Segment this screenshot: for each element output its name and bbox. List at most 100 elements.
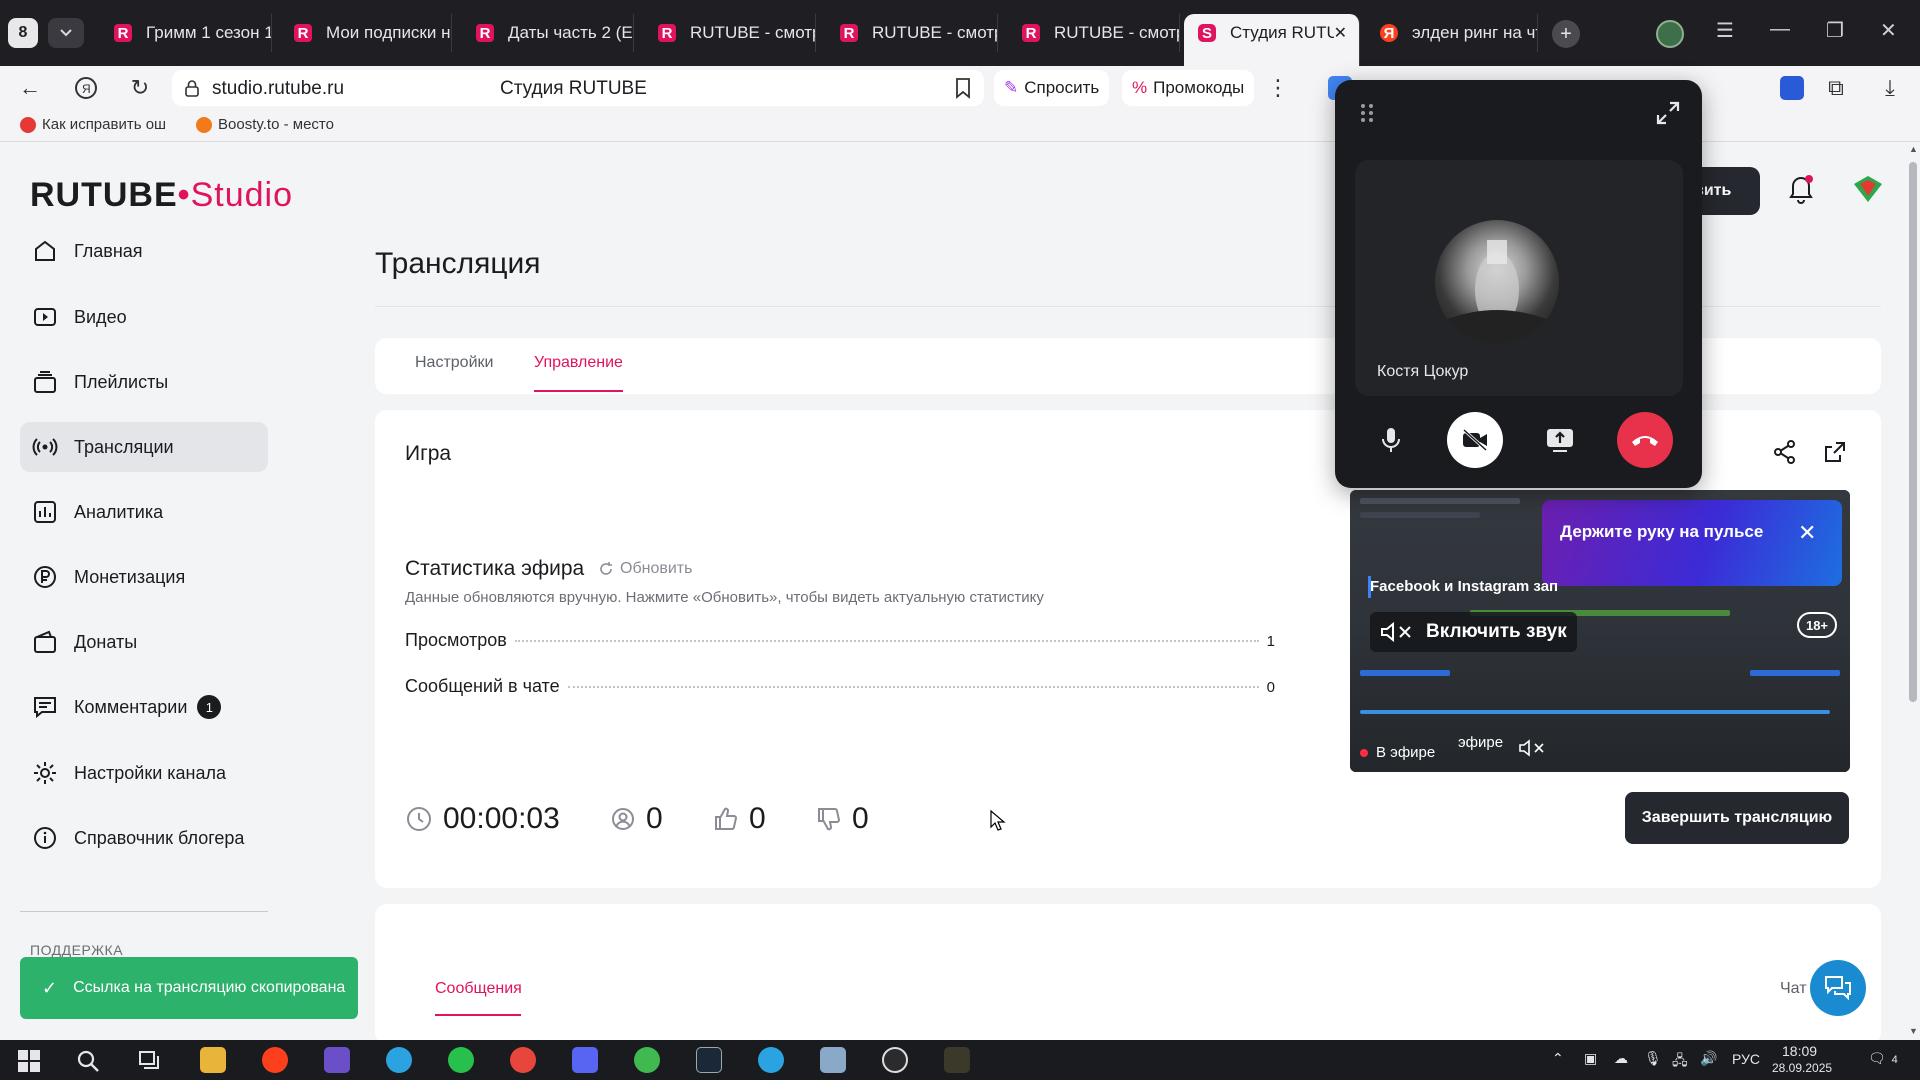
browser-tab[interactable]: R Даты часть 2 (Ес <box>462 14 634 52</box>
yandex-home-icon[interactable]: Я <box>72 74 100 102</box>
image-viewer-icon[interactable] <box>820 1047 846 1073</box>
tray-device-icon[interactable]: ▣ <box>1584 1050 1597 1067</box>
page-scrollbar[interactable]: ▲ ▼ <box>1906 142 1920 1040</box>
browser-tab[interactable]: R Гримм 1 сезон 1 <box>100 14 272 52</box>
tab-count-button[interactable]: 8 <box>8 18 38 48</box>
browser-tab[interactable]: R RUTUBE - смотр <box>1008 14 1180 52</box>
bookmark-item[interactable]: Boosty.to - место <box>196 116 334 133</box>
more-options-icon[interactable]: ⋮ <box>1264 74 1292 102</box>
scroll-down-icon[interactable]: ▼ <box>1909 1026 1918 1036</box>
sidebar-item-comments[interactable]: Комментарии 1 <box>20 682 268 732</box>
new-tab-button[interactable]: + <box>1552 20 1580 48</box>
close-window-icon[interactable]: ✕ <box>1880 18 1897 43</box>
scroll-up-icon[interactable]: ▲ <box>1909 144 1918 154</box>
volume-icon[interactable]: 🔊 <box>1700 1050 1717 1067</box>
unmute-button[interactable]: Включить звук <box>1370 612 1577 652</box>
windows-start-icon[interactable] <box>18 1050 40 1072</box>
tray-chevron-icon[interactable]: ⌃ <box>1552 1050 1564 1067</box>
url-field[interactable]: studio.rutube.ru Студия RUTUBE <box>172 70 984 106</box>
extension-icon[interactable] <box>1780 76 1804 100</box>
minimize-icon[interactable]: — <box>1770 18 1790 41</box>
scrollbar-thumb[interactable] <box>1909 162 1917 702</box>
refresh-stats-button[interactable]: Обновить <box>598 560 692 578</box>
game-icon[interactable] <box>944 1047 970 1073</box>
promocodes-button[interactable]: % Промокоды <box>1122 70 1255 106</box>
sidebar-item-home[interactable]: Главная <box>20 226 268 276</box>
rutube-studio-logo[interactable]: RUTUBE•Studio <box>30 176 293 215</box>
sidebar-item-label: Монетизация <box>74 566 186 587</box>
sidebar-item-video[interactable]: Видео <box>20 292 268 342</box>
promo-banner[interactable] <box>1542 500 1842 586</box>
open-external-icon[interactable] <box>1822 439 1848 465</box>
telegram-icon[interactable] <box>386 1047 412 1073</box>
sidebar-item-donations[interactable]: Донаты <box>20 617 268 667</box>
restore-icon[interactable]: ❐ <box>1826 18 1844 43</box>
expand-icon[interactable] <box>1655 100 1681 126</box>
sidebar-item-broadcasts[interactable]: Трансляции <box>20 422 268 472</box>
hang-up-button[interactable] <box>1617 412 1673 468</box>
sidebar-item-channel-settings[interactable]: Настройки канала <box>20 748 268 798</box>
discord-icon[interactable] <box>572 1047 598 1073</box>
support-chat-button[interactable] <box>1810 960 1866 1016</box>
notifications-button[interactable]: 🗨 4 <box>1868 1050 1898 1067</box>
obs-icon[interactable] <box>882 1047 908 1073</box>
camera-toggle-button[interactable] <box>1447 412 1503 468</box>
microphone-button[interactable] <box>1363 412 1419 468</box>
stats-hint: Данные обновляются вручную. Нажмите «Обн… <box>405 589 1044 606</box>
rutube-favicon-icon: R <box>840 24 858 42</box>
video-call-widget[interactable]: Костя Цокур <box>1335 80 1702 488</box>
clock-date[interactable]: 28.09.2025 <box>1772 1061 1832 1075</box>
clock-time[interactable]: 18:09 <box>1782 1043 1817 1059</box>
share-icon[interactable] <box>1772 439 1798 465</box>
chrome-icon[interactable] <box>510 1047 536 1073</box>
sidebar-item-playlists[interactable]: Плейлисты <box>20 357 268 407</box>
browser-tab[interactable]: R RUTUBE - смотр <box>826 14 998 52</box>
network-icon[interactable]: 🖧 <box>1672 1050 1688 1074</box>
tab-settings[interactable]: Настройки <box>415 354 493 372</box>
sidebar-item-blogger-guide[interactable]: Справочник блогера <box>20 813 268 863</box>
browser-tab[interactable]: Я элден ринг на чт <box>1366 14 1538 52</box>
bell-icon[interactable] <box>1786 172 1816 204</box>
search-icon[interactable] <box>76 1049 100 1073</box>
input-language[interactable]: РУС <box>1732 1051 1760 1067</box>
profile-avatar-icon[interactable] <box>1656 20 1684 48</box>
bookmark-item[interactable]: Как исправить ош <box>20 116 166 133</box>
telegram-icon[interactable] <box>758 1047 784 1073</box>
tab-chat[interactable]: Чат <box>1780 980 1807 998</box>
close-tab-icon[interactable]: ✕ <box>1334 23 1347 43</box>
alice-icon: ✎ <box>1004 78 1019 97</box>
back-icon[interactable]: ← <box>16 74 44 102</box>
steam-icon[interactable] <box>696 1047 722 1073</box>
screen-share-button[interactable] <box>1532 412 1588 468</box>
browser-tab[interactable]: R RUTUBE - смотр <box>644 14 816 52</box>
ask-alice-button[interactable]: ✎ Спросить <box>994 70 1110 106</box>
reload-icon[interactable]: ↻ <box>126 74 154 102</box>
page-title: Трансляция <box>375 247 541 280</box>
yandex-browser-icon[interactable] <box>262 1047 288 1073</box>
bookmark-icon[interactable] <box>954 77 972 99</box>
utorrent-icon[interactable] <box>634 1047 660 1073</box>
sidebar-item-monetization[interactable]: Монетизация <box>20 552 268 602</box>
tab-messages[interactable]: Сообщения <box>435 980 522 998</box>
download-icon[interactable]: ⤓ <box>1876 74 1904 102</box>
tab-management[interactable]: Управление <box>534 354 623 372</box>
close-promo-icon[interactable]: ✕ <box>1798 520 1816 546</box>
sidebar-item-label: Главная <box>74 240 143 261</box>
tray-microphone-icon[interactable]: 🎙 <box>1644 1050 1662 1067</box>
stream-preview-player[interactable]: Держите руку на пульсе ✕ Facebook и Inst… <box>1350 490 1850 772</box>
browser-tab-active[interactable]: S Студия RUTU ✕ <box>1184 14 1360 66</box>
task-view-icon[interactable] <box>138 1050 162 1072</box>
success-toast: ✓ Ссылка на трансляцию скопирована <box>20 957 358 1019</box>
browser-tab[interactable]: R Мои подписки н <box>280 14 452 52</box>
collections-icon[interactable]: ⧉ <box>1822 74 1850 102</box>
audio-mixer-icon[interactable] <box>324 1047 350 1073</box>
tabs-dropdown-button[interactable] <box>48 18 84 48</box>
whatsapp-icon[interactable] <box>448 1047 474 1073</box>
sidebar-item-analytics[interactable]: Аналитика <box>20 487 268 537</box>
browser-menu-icon[interactable]: ☰ <box>1716 18 1734 43</box>
drag-handle-icon[interactable] <box>1359 102 1375 124</box>
tray-cloud-icon[interactable]: ☁ <box>1614 1050 1628 1067</box>
end-broadcast-button[interactable]: Завершить трансляцию <box>1625 792 1849 844</box>
file-explorer-icon[interactable] <box>200 1047 226 1073</box>
channel-avatar[interactable] <box>1850 172 1886 208</box>
